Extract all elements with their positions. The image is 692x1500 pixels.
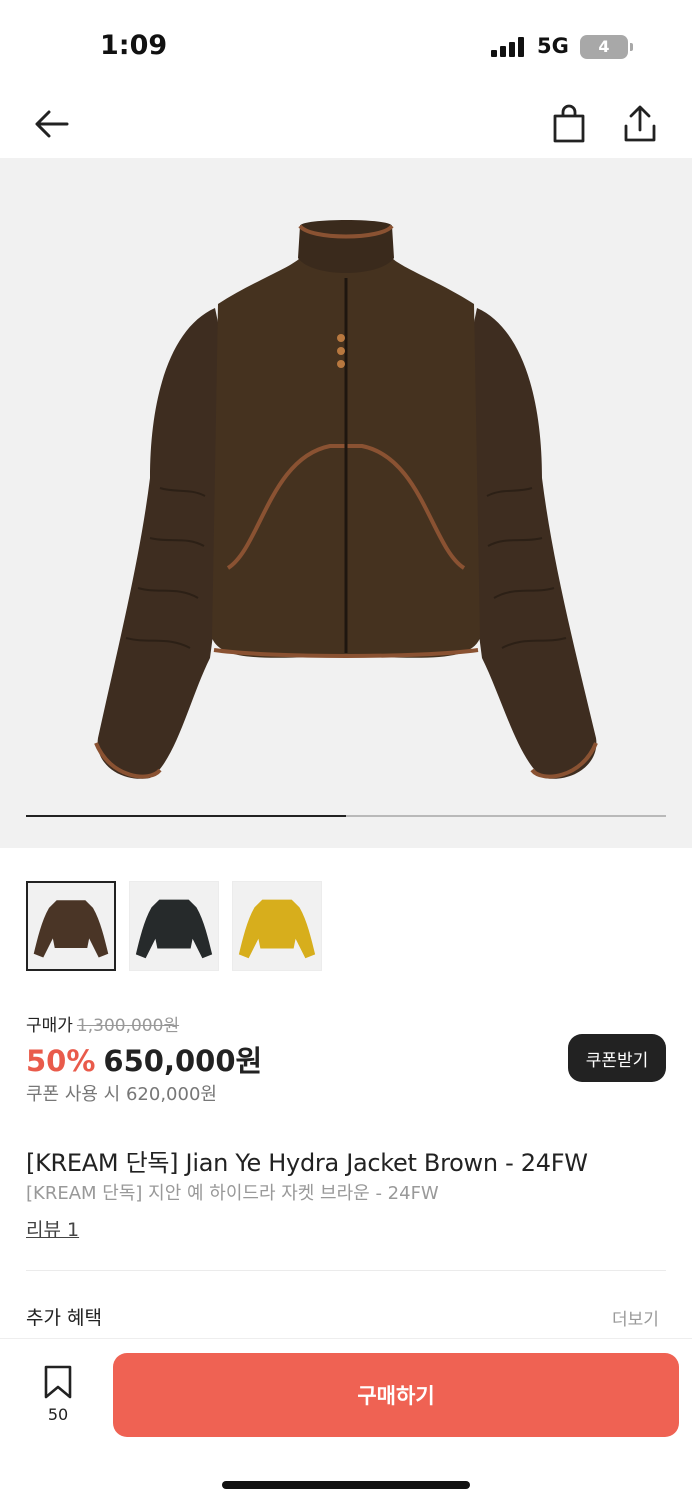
product-subtitle: [KREAM 단독] 지안 예 하이드라 자켓 브라운 - 24FW bbox=[26, 1183, 439, 1204]
bookmark-button[interactable]: 50 bbox=[30, 1365, 86, 1429]
discount-rate: 50% bbox=[26, 1044, 96, 1078]
network-type: 5G bbox=[537, 34, 569, 58]
review-link[interactable]: 리뷰 1 bbox=[26, 1215, 79, 1242]
home-indicator bbox=[222, 1481, 470, 1489]
original-price: 1,300,000원 bbox=[76, 1016, 180, 1036]
thumbnail-brown[interactable] bbox=[26, 881, 116, 971]
shopping-bag-button[interactable] bbox=[545, 100, 593, 148]
bookmark-icon bbox=[44, 1365, 72, 1399]
battery-icon: 4 bbox=[580, 35, 628, 59]
thumbnail-black[interactable] bbox=[129, 881, 219, 971]
share-button[interactable] bbox=[616, 100, 664, 148]
price-label-row: 구매가 1,300,000원 bbox=[26, 1011, 179, 1036]
image-progress-track bbox=[26, 815, 666, 817]
bookmark-count: 50 bbox=[47, 1405, 69, 1424]
buy-button[interactable]: 구매하기 bbox=[113, 1353, 679, 1437]
sale-price: 650,000원 bbox=[103, 1044, 263, 1078]
get-coupon-button[interactable]: 쿠폰받기 bbox=[568, 1034, 666, 1082]
price-row: 50% 650,000원 bbox=[26, 1038, 262, 1080]
shopping-bag-icon bbox=[553, 104, 585, 143]
see-more-link[interactable]: 더보기 bbox=[612, 1305, 659, 1330]
cellular-signal-icon bbox=[491, 37, 527, 57]
section-divider bbox=[26, 1270, 666, 1271]
jacket-thumbnail-image bbox=[33, 900, 109, 958]
status-time: 1:09 bbox=[100, 30, 168, 61]
battery-nub bbox=[630, 43, 633, 51]
back-arrow-icon bbox=[35, 110, 69, 138]
additional-benefits-label: 추가 혜택 bbox=[26, 1307, 102, 1329]
bottom-action-bar: 50 구매하기 bbox=[0, 1338, 692, 1500]
price-label: 구매가 bbox=[26, 1016, 73, 1036]
product-image-carousel[interactable] bbox=[0, 158, 692, 848]
jacket-thumbnail-image bbox=[135, 899, 213, 959]
jacket-image bbox=[94, 220, 598, 779]
coupon-price-note: 쿠폰 사용 시 620,000원 bbox=[26, 1084, 217, 1105]
battery-level: 4 bbox=[598, 37, 610, 56]
share-icon bbox=[624, 105, 656, 142]
top-nav bbox=[0, 90, 692, 158]
jacket-thumbnail-image bbox=[238, 899, 316, 959]
product-title: [KREAM 단독] Jian Ye Hydra Jacket Brown - … bbox=[26, 1149, 588, 1177]
image-progress-indicator bbox=[26, 815, 346, 817]
thumbnail-yellow[interactable] bbox=[232, 881, 322, 971]
back-button[interactable] bbox=[27, 100, 75, 148]
status-bar: 1:09 5G 4 bbox=[0, 0, 692, 90]
